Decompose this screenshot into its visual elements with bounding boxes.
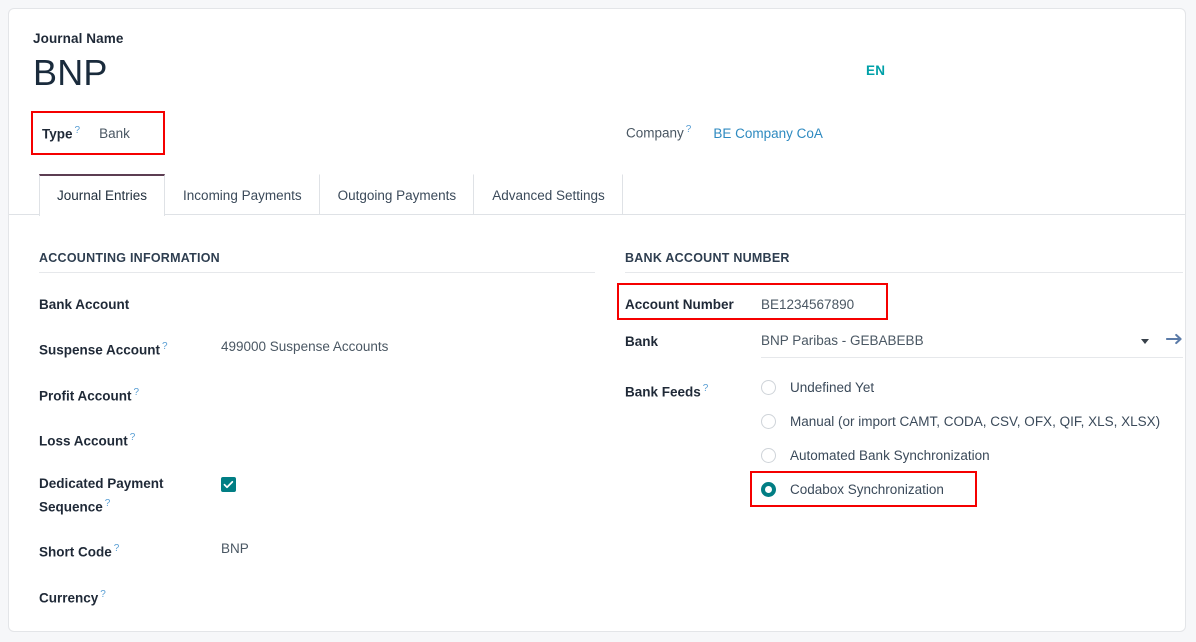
field-value[interactable]: 499000 Suspense Accounts [221,336,595,357]
chevron-down-icon[interactable] [1141,339,1149,344]
radio-icon[interactable] [761,380,776,395]
field-currency: Currency? [39,584,595,609]
field-label: Suspense Account? [39,336,221,361]
company-label-text: Company [626,126,684,141]
field-label-text: Bank Feeds [625,385,701,400]
journal-form-card: Journal Name BNP Type? Bank EN Company? … [8,8,1186,632]
language-badge[interactable]: EN [866,63,885,78]
help-icon[interactable]: ? [114,543,120,554]
help-icon[interactable]: ? [105,498,111,509]
company-field: Company? BE Company CoA [626,124,823,141]
field-suspense-account: Suspense Account? 499000 Suspense Accoun… [39,336,595,361]
help-icon[interactable]: ? [130,432,136,443]
journal-name-value[interactable]: BNP [33,50,1161,95]
accounting-information-group: ACCOUNTING INFORMATION Bank Account Susp… [39,251,595,629]
tab-outgoing-payments[interactable]: Outgoing Payments [320,174,475,215]
radio-label: Codabox Synchronization [790,479,944,500]
radio-icon[interactable] [761,414,776,429]
radio-option-undefined-yet[interactable]: Undefined Yet [761,378,1183,398]
radio-label: Manual (or import CAMT, CODA, CSV, OFX, … [790,411,1160,432]
bank-account-number-title: BANK ACCOUNT NUMBER [625,251,1183,273]
field-label-text: Short Code [39,545,112,560]
field-account-number: Account Number BE1234567890 [625,294,1183,315]
field-label: Bank Feeds? [625,378,761,403]
accounting-information-title: ACCOUNTING INFORMATION [39,251,595,273]
field-short-code: Short Code? BNP [39,538,595,563]
tab-journal-entries[interactable]: Journal Entries [39,174,165,216]
column-spacer [595,251,625,629]
tab-bar: Journal Entries Incoming Payments Outgoi… [9,174,1185,215]
form-header: Journal Name BNP Type? Bank EN Company? … [9,9,1185,157]
field-label-text: Bank [625,334,658,349]
radio-option-automated-bank-synchronization[interactable]: Automated Bank Synchronization [761,446,1183,466]
type-label: Type? [42,125,80,142]
radio-icon-selected[interactable] [761,482,776,497]
help-icon[interactable]: ? [134,387,140,398]
field-value[interactable] [221,427,595,428]
field-label-text: Suspense Account [39,343,160,358]
company-value-link[interactable]: BE Company CoA [713,126,823,141]
bank-select-value: BNP Paribas - GEBABEBB [761,331,1141,351]
field-label: Dedicated Payment Sequence? [39,473,221,518]
field-value[interactable] [221,382,595,383]
field-label: Bank [625,331,761,352]
field-label: Loss Account? [39,427,221,452]
company-label: Company? [626,124,691,141]
tab-incoming-payments[interactable]: Incoming Payments [165,174,320,215]
help-icon[interactable]: ? [686,124,692,135]
field-value[interactable]: BNP [221,538,595,559]
field-label-text: Dedicated Payment Sequence [39,476,164,515]
field-label: Bank Account [39,294,221,315]
field-value[interactable] [221,584,595,585]
bank-account-number-group: BANK ACCOUNT NUMBER Account Number BE123… [625,251,1183,629]
tab-advanced-settings[interactable]: Advanced Settings [474,174,623,215]
field-bank: Bank BNP Paribas - GEBABEBB [625,331,1183,358]
radio-label: Undefined Yet [790,377,874,398]
field-label-text: Bank Account [39,297,129,312]
bank-select[interactable]: BNP Paribas - GEBABEBB [761,331,1183,358]
field-label-text: Currency [39,590,98,605]
field-label-text: Account Number [625,297,734,312]
bank-feeds-radio-group: Undefined Yet Manual (or import CAMT, CO… [761,378,1183,500]
field-bank-feeds: Bank Feeds? Undefined Yet Manual (or imp… [625,378,1183,500]
dedicated-payment-sequence-checkbox[interactable] [221,477,236,492]
field-value[interactable] [221,294,595,295]
journal-name-label: Journal Name [33,31,1161,46]
field-dedicated-payment-sequence: Dedicated Payment Sequence? [39,473,595,518]
help-icon[interactable]: ? [100,589,106,600]
field-label: Account Number [625,294,761,315]
help-icon[interactable]: ? [162,341,168,352]
field-label-text: Profit Account [39,388,132,403]
field-loss-account: Loss Account? [39,427,595,452]
type-value[interactable]: Bank [99,126,130,141]
radio-icon[interactable] [761,448,776,463]
field-bank-account: Bank Account [39,294,595,315]
check-icon [223,479,234,490]
type-label-text: Type [42,126,73,141]
field-value [221,473,595,496]
field-label: Short Code? [39,538,221,563]
radio-label: Automated Bank Synchronization [790,445,990,466]
account-number-value[interactable]: BE1234567890 [761,294,1183,315]
type-field-highlight[interactable]: Type? Bank [31,111,165,155]
field-profit-account: Profit Account? [39,382,595,407]
help-icon[interactable]: ? [703,383,709,394]
radio-option-codabox-synchronization[interactable]: Codabox Synchronization [761,480,1183,500]
field-label: Profit Account? [39,382,221,407]
radio-option-manual[interactable]: Manual (or import CAMT, CODA, CSV, OFX, … [761,412,1183,432]
form-body: ACCOUNTING INFORMATION Bank Account Susp… [9,215,1185,629]
field-label: Currency? [39,584,221,609]
field-label-text: Loss Account [39,434,128,449]
help-icon[interactable]: ? [75,125,81,136]
internal-link-arrow-icon[interactable] [1166,332,1183,351]
